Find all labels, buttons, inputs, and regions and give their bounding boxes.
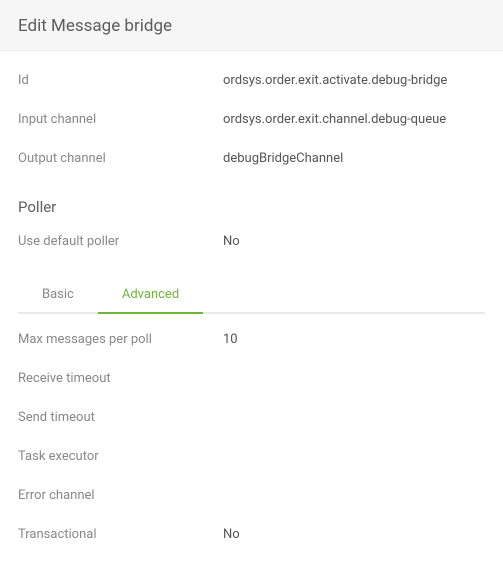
field-id: Id ordsys.order.exit.activate.debug-brid… [18, 61, 485, 100]
field-receive-timeout: Receive timeout [18, 359, 485, 398]
error-channel-label: Error channel [18, 488, 223, 503]
field-send-timeout: Send timeout [18, 398, 485, 437]
field-output-channel: Output channel debugBridgeChannel [18, 139, 485, 178]
field-max-messages: Max messages per poll 10 [18, 320, 485, 359]
output-channel-label: Output channel [18, 151, 223, 166]
max-messages-value: 10 [223, 332, 485, 347]
panel-content: Id ordsys.order.exit.activate.debug-brid… [0, 51, 503, 554]
max-messages-label: Max messages per poll [18, 332, 223, 347]
field-input-channel: Input channel ordsys.order.exit.channel.… [18, 100, 485, 139]
transactional-value: No [223, 527, 485, 542]
id-label: Id [18, 73, 223, 88]
task-executor-label: Task executor [18, 449, 223, 464]
field-task-executor: Task executor [18, 437, 485, 476]
tab-advanced[interactable]: Advanced [98, 277, 203, 314]
page-title: Edit Message bridge [18, 16, 485, 36]
field-error-channel: Error channel [18, 476, 485, 515]
poller-section-title: Poller [18, 198, 485, 216]
use-default-poller-value: No [223, 234, 485, 249]
transactional-label: Transactional [18, 527, 223, 542]
output-channel-value: debugBridgeChannel [223, 151, 485, 166]
input-channel-value: ordsys.order.exit.channel.debug-queue [223, 112, 485, 127]
input-channel-label: Input channel [18, 112, 223, 127]
panel-header: Edit Message bridge [0, 0, 503, 51]
use-default-poller-label: Use default poller [18, 234, 223, 249]
field-transactional: Transactional No [18, 515, 485, 554]
field-use-default-poller: Use default poller No [18, 222, 485, 261]
id-value: ordsys.order.exit.activate.debug-bridge [223, 73, 485, 88]
tab-basic[interactable]: Basic [18, 277, 98, 314]
receive-timeout-label: Receive timeout [18, 371, 223, 386]
poller-tabs: Basic Advanced [18, 275, 485, 314]
send-timeout-label: Send timeout [18, 410, 223, 425]
